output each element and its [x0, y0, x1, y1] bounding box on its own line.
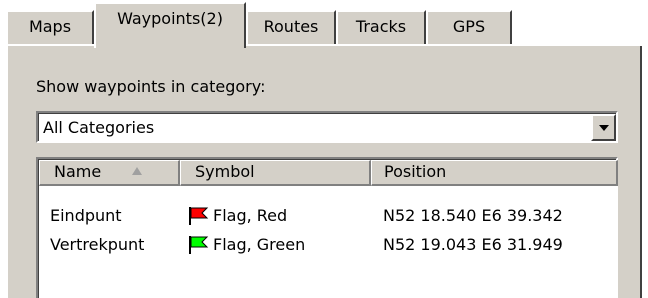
category-dropdown-value: All Categories — [43, 118, 155, 137]
tab-routes-label: Routes — [263, 17, 319, 36]
waypoint-list[interactable]: Name Symbol Position Eindpunt Flag, Red … — [36, 157, 618, 298]
category-dropdown-field: All Categories — [38, 113, 616, 141]
waypoint-position: N52 18.540 E6 39.342 — [383, 206, 563, 225]
waypoint-symbol: Flag, Green — [213, 235, 306, 254]
red-flag-shape — [190, 207, 209, 219]
tab-strip: Maps Waypoints(2) Routes Tracks GPS — [0, 0, 648, 48]
column-header-name[interactable]: Name — [39, 160, 180, 186]
category-label: Show waypoints in category: — [36, 77, 266, 96]
column-header-symbol-label: Symbol — [195, 162, 255, 181]
tab-tracks[interactable]: Tracks — [336, 10, 426, 44]
green-flag-icon — [187, 235, 209, 255]
chevron-down-icon — [599, 125, 609, 131]
waypoint-position: N52 19.043 E6 31.949 — [383, 235, 563, 254]
column-header-position-label: Position — [384, 162, 447, 181]
waypoint-name: Vertrekpunt — [50, 235, 145, 254]
tab-tracks-label: Tracks — [355, 17, 407, 36]
sort-ascending-icon — [132, 167, 143, 175]
list-header: Name Symbol Position — [39, 160, 618, 186]
category-dropdown[interactable]: All Categories — [36, 111, 618, 143]
green-flag-shape — [190, 236, 209, 248]
tab-maps-label: Maps — [28, 17, 72, 36]
waypoint-list-body: Name Symbol Position Eindpunt Flag, Red … — [38, 159, 618, 298]
table-row[interactable]: Vertrekpunt Flag, Green N52 19.043 E6 31… — [39, 232, 616, 257]
tab-maps[interactable]: Maps — [6, 10, 94, 44]
column-header-name-label: Name — [54, 162, 102, 181]
tab-waypoints[interactable]: Waypoints(2) — [94, 2, 246, 48]
tab-gps[interactable]: GPS — [426, 10, 512, 44]
tab-waypoints-label: Waypoints(2) — [117, 9, 223, 28]
waypoints-window: Maps Waypoints(2) Routes Tracks GPS Show… — [0, 0, 648, 298]
table-row[interactable]: Eindpunt Flag, Red N52 18.540 E6 39.342 — [39, 203, 616, 228]
column-header-position[interactable]: Position — [371, 160, 618, 186]
column-header-symbol[interactable]: Symbol — [180, 160, 371, 186]
dropdown-button[interactable] — [591, 114, 616, 141]
waypoint-name: Eindpunt — [50, 206, 122, 225]
waypoint-symbol: Flag, Red — [213, 206, 288, 225]
tab-gps-label: GPS — [452, 17, 486, 36]
tab-routes[interactable]: Routes — [246, 10, 336, 44]
red-flag-icon — [187, 206, 209, 226]
